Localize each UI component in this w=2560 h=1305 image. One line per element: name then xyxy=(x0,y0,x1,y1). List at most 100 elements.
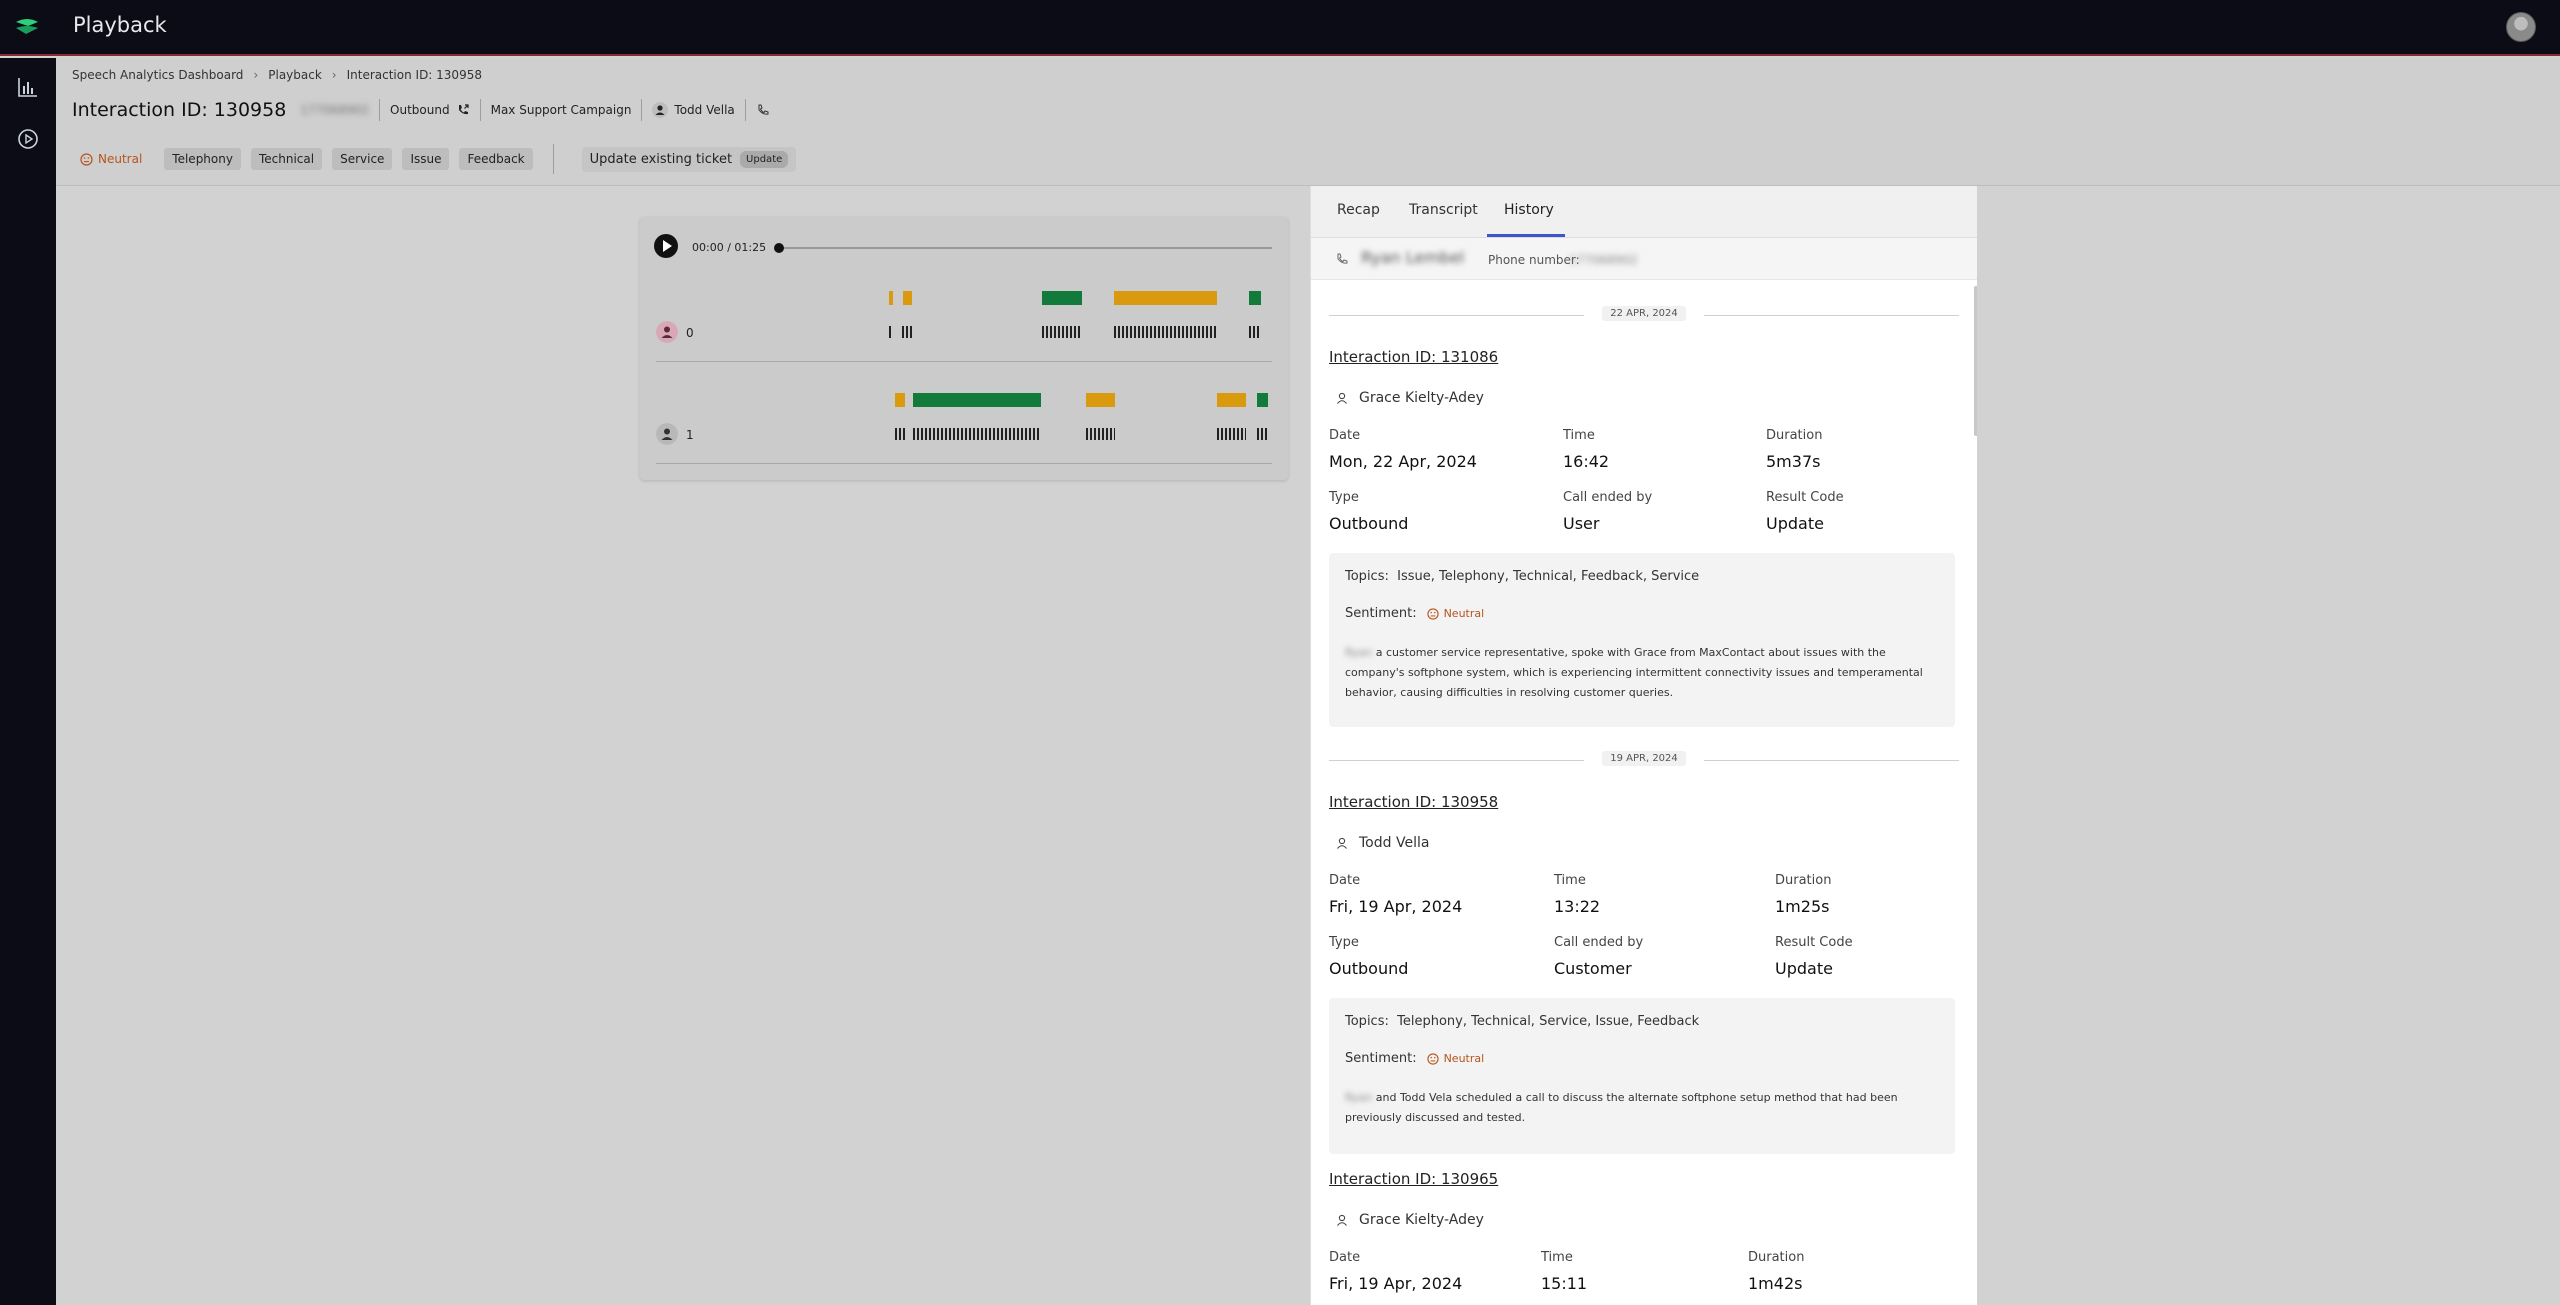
bar-chart-icon[interactable] xyxy=(15,74,41,100)
result-code-value: Update xyxy=(1775,959,1833,978)
user-icon xyxy=(1337,1214,1347,1226)
title-row: Interaction ID: 130958 177068902 Outboun… xyxy=(72,96,770,124)
interaction-link[interactable]: Interaction ID: 131086 xyxy=(1329,348,1498,366)
user-icon xyxy=(1337,837,1347,849)
progress-track[interactable] xyxy=(778,247,1272,249)
date-label: 22 APR, 2024 xyxy=(1602,306,1686,321)
waveform xyxy=(1257,428,1268,440)
tab-recap[interactable]: Recap xyxy=(1337,202,1380,218)
date-value: Fri, 19 Apr, 2024 xyxy=(1329,897,1463,916)
waveform xyxy=(902,326,912,338)
panel-tabs: Recap Transcript History xyxy=(1311,186,1977,238)
call-ended-label: Call ended by xyxy=(1554,935,1644,950)
tab-transcript[interactable]: Transcript xyxy=(1409,202,1478,218)
breadcrumb: Speech Analytics Dashboard › Playback › … xyxy=(72,68,482,82)
neutral-face-icon xyxy=(1426,1052,1439,1065)
breadcrumb-dashboard[interactable]: Speech Analytics Dashboard xyxy=(72,68,243,82)
time-label: Time xyxy=(1563,428,1595,443)
date-divider: 22 APR, 2024 xyxy=(1329,306,1959,322)
agent-name: Todd Vella xyxy=(674,103,735,117)
left-nav-rail xyxy=(0,58,56,1305)
top-bar: Playback xyxy=(0,0,2560,56)
result-code-value: Update xyxy=(1766,514,1824,533)
speaker-customer-icon xyxy=(656,321,678,343)
waveform xyxy=(913,428,1041,440)
history-panel: Recap Transcript History Ryan Lembel Pho… xyxy=(1310,186,1977,1305)
interaction-link[interactable]: Interaction ID: 130965 xyxy=(1329,1170,1498,1188)
page-title: Interaction ID: 130958 xyxy=(72,99,287,121)
topics: Topics: Issue, Telephony, Technical, Fee… xyxy=(1345,569,1700,584)
update-ticket-button[interactable]: Update existing ticket Update xyxy=(581,146,797,172)
tab-history[interactable]: History xyxy=(1504,202,1554,218)
time-value: 16:42 xyxy=(1563,452,1610,471)
date-label: Date xyxy=(1329,873,1361,888)
app-logo-icon[interactable] xyxy=(14,16,40,38)
speech-segment xyxy=(889,291,893,305)
topics: Topics: Telephony, Technical, Service, I… xyxy=(1345,1014,1700,1029)
direction-label: Outbound xyxy=(390,103,450,117)
speech-segment xyxy=(903,291,912,305)
speech-segment xyxy=(1257,393,1268,407)
agent-name: Grace Kielty-Adey xyxy=(1359,390,1484,406)
sentiment-value: Neutral xyxy=(1443,1052,1485,1065)
type-value: Outbound xyxy=(1329,514,1409,533)
interaction-link[interactable]: Interaction ID: 130958 xyxy=(1329,793,1498,811)
duration-label: Duration xyxy=(1766,428,1823,443)
agent-name: Todd Vella xyxy=(1359,835,1430,851)
user-icon xyxy=(1337,392,1347,404)
playback-time: 00:00 / 01:25 xyxy=(692,241,767,254)
duration-value: 5m37s xyxy=(1766,452,1821,471)
waveform xyxy=(1249,326,1261,338)
type-value: Outbound xyxy=(1329,959,1409,978)
ticket-label: Update existing ticket xyxy=(589,151,733,167)
person-icon xyxy=(652,102,669,118)
waveform xyxy=(889,326,892,338)
interaction-summary: Topics: Telephony, Technical, Service, I… xyxy=(1329,998,1955,1154)
waveform xyxy=(1114,326,1218,338)
tag-telephony: Telephony xyxy=(164,148,241,170)
phone-label: Phone number: xyxy=(1488,253,1580,267)
type-label: Type xyxy=(1329,935,1359,950)
date-value: Mon, 22 Apr, 2024 xyxy=(1329,452,1477,471)
result-code-label: Result Code xyxy=(1766,490,1844,505)
duration-label: Duration xyxy=(1775,873,1832,888)
contact-name: Ryan Lembel xyxy=(1361,248,1465,267)
waveform xyxy=(895,428,905,440)
playback-icon[interactable] xyxy=(15,126,41,152)
speaker-label: 1 xyxy=(686,428,694,442)
waveform xyxy=(1086,428,1115,440)
type-label: Type xyxy=(1329,490,1359,505)
audio-player: 00:00 / 01:25 0 1 xyxy=(640,217,1288,480)
phone-value: 177068902 xyxy=(1569,253,1638,267)
duration-label: Duration xyxy=(1748,1250,1805,1265)
speech-segment xyxy=(1217,393,1246,407)
phone-icon[interactable] xyxy=(756,103,770,117)
play-button[interactable] xyxy=(654,234,678,258)
app-title: Playback xyxy=(73,13,167,37)
duration-value: 1m42s xyxy=(1748,1274,1803,1293)
ticket-badge: Update xyxy=(740,150,789,168)
breadcrumb-playback[interactable]: Playback xyxy=(268,68,322,82)
tag-technical: Technical xyxy=(250,148,323,170)
neutral-face-icon xyxy=(1426,607,1439,620)
speech-segment xyxy=(1042,291,1082,305)
neutral-face-icon xyxy=(80,152,93,166)
speech-segment xyxy=(895,393,905,407)
date-value: Fri, 19 Apr, 2024 xyxy=(1329,1274,1463,1293)
date-divider: 19 APR, 2024 xyxy=(1329,751,1959,767)
progress-knob[interactable] xyxy=(774,243,784,253)
user-avatar[interactable] xyxy=(2506,12,2536,42)
time-label: Time xyxy=(1554,873,1586,888)
outbound-phone-icon xyxy=(458,104,469,115)
result-code-label: Result Code xyxy=(1775,935,1853,950)
speech-segment xyxy=(1114,291,1217,305)
date-label: Date xyxy=(1329,428,1361,443)
speech-segment xyxy=(1086,393,1115,407)
scrollbar[interactable] xyxy=(1974,286,1977,436)
summary-text: Ryan and Todd Vela scheduled a call to d… xyxy=(1345,1091,1898,1124)
call-ended-value: Customer xyxy=(1554,959,1632,978)
direction: Outbound xyxy=(390,103,470,117)
campaign: Max Support Campaign xyxy=(490,103,632,117)
tags-row: Neutral Telephony Technical Service Issu… xyxy=(80,144,797,174)
summary-sentiment: Sentiment: Neutral xyxy=(1345,606,1485,621)
